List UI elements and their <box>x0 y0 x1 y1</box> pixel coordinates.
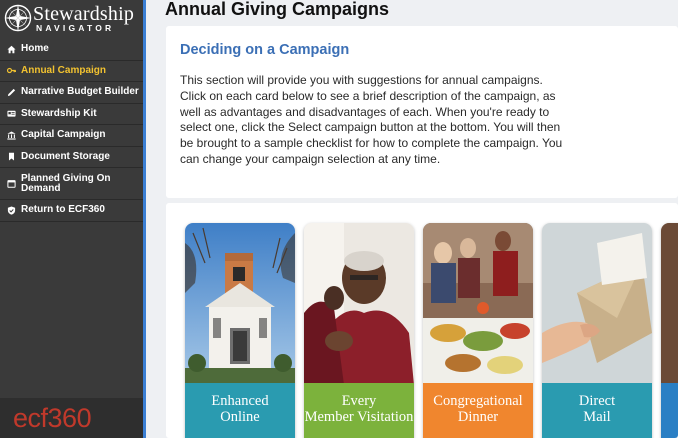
compass-rose-logo-icon <box>4 4 32 32</box>
campaign-card-enhanced-online[interactable]: Enhanced Online <box>185 223 295 438</box>
partial-card-photo <box>661 223 678 385</box>
ecf360-logo-number: 360 <box>47 403 92 433</box>
sidebar-item-planned-giving[interactable]: Planned Giving On Demand <box>0 168 143 200</box>
sidebar-item-label: Planned Giving On Demand <box>21 172 111 194</box>
sidebar-item-return-to-ecf360[interactable]: Return to ECF360 <box>0 200 143 222</box>
campaign-card-label: Every Member Visitation <box>304 383 414 438</box>
shield-check-icon <box>6 205 16 215</box>
sidebar-item-capital-campaign[interactable]: Capital Campaign <box>0 125 143 147</box>
ecf360-logo-prefix: ecf <box>13 403 48 433</box>
campaign-card-partial[interactable] <box>661 223 678 438</box>
intro-card: Deciding on a Campaign This section will… <box>166 26 678 198</box>
envelope-photo <box>542 223 652 385</box>
sidebar: Stewardship NAVIGATOR Home Annual Campai… <box>0 0 143 438</box>
sidebar-item-narrative-budget-builder[interactable]: Narrative Budget Builder <box>0 82 143 104</box>
church-photo <box>185 223 295 385</box>
sidebar-item-home[interactable]: Home <box>0 39 143 61</box>
campaign-card-label: Enhanced Online <box>185 383 295 438</box>
id-card-icon <box>6 109 16 119</box>
bank-icon <box>6 130 16 140</box>
sidebar-item-label: Narrative Budget Builder <box>21 86 139 98</box>
campaign-card-label <box>661 383 678 438</box>
sidebar-item-label: Stewardship Kit <box>21 107 97 119</box>
home-icon <box>6 44 16 54</box>
campaign-card-label: Congregational Dinner <box>423 383 533 438</box>
brand-header[interactable]: Stewardship NAVIGATOR <box>0 0 143 38</box>
bookmark-icon <box>6 152 16 162</box>
sidebar-item-label: Return to ECF360 <box>21 204 105 216</box>
sidebar-nav: Home Annual Campaign Narrative Budget Bu… <box>0 39 143 222</box>
pencil-icon <box>6 87 16 97</box>
main-content: Annual Giving Campaigns Deciding on a Ca… <box>146 0 678 438</box>
campaign-card-every-member-visitation[interactable]: Every Member Visitation <box>304 223 414 438</box>
calendar-icon <box>6 179 16 189</box>
dinner-buffet-photo <box>423 223 533 385</box>
brand-subtitle: NAVIGATOR <box>36 23 115 33</box>
page-title: Annual Giving Campaigns <box>165 0 390 19</box>
sidebar-item-label: Annual Campaign <box>21 64 107 76</box>
sidebar-footer: ecf360 <box>0 398 143 438</box>
ecf360-logo[interactable]: ecf360 <box>13 403 92 434</box>
intro-text: This section will provide you with sugge… <box>180 73 563 166</box>
key-icon <box>6 66 16 76</box>
sidebar-item-stewardship-kit[interactable]: Stewardship Kit <box>0 104 143 125</box>
embrace-photo <box>304 223 414 385</box>
campaign-card-direct-mail[interactable]: Direct Mail <box>542 223 652 438</box>
intro-heading: Deciding on a Campaign <box>180 42 350 58</box>
sidebar-item-document-storage[interactable]: Document Storage <box>0 147 143 168</box>
sidebar-item-label: Home <box>21 43 49 55</box>
sidebar-item-label: Capital Campaign <box>21 129 106 141</box>
sidebar-item-annual-campaign[interactable]: Annual Campaign <box>0 61 143 82</box>
campaign-card-label: Direct Mail <box>542 383 652 438</box>
sidebar-item-label: Document Storage <box>21 150 110 162</box>
campaign-card-congregational-dinner[interactable]: Congregational Dinner <box>423 223 533 438</box>
campaign-cards-panel: EnhancedOnline EveryMember Visitation <box>166 203 678 438</box>
